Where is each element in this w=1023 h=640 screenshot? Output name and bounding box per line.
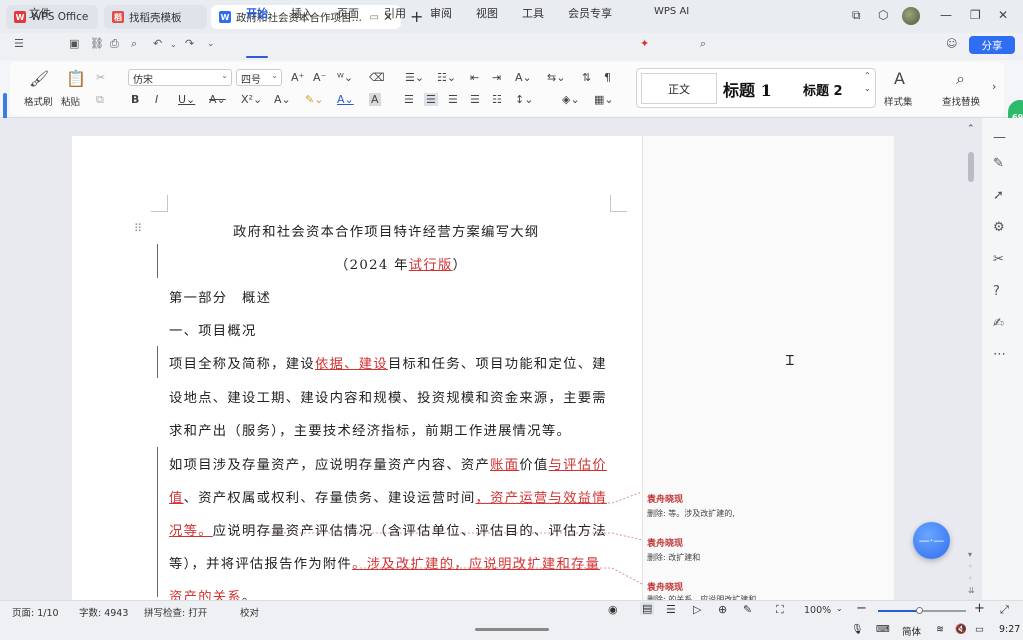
zoom-out-icon[interactable]: − [856,601,867,616]
ai-assistant-button[interactable]: —·— [913,522,950,559]
eye-icon[interactable]: ◉ [608,603,618,616]
page-indicator[interactable]: 页面: 1/10 [12,605,59,619]
comment-author[interactable]: 袁舟晓现 [647,580,683,593]
zoom-level[interactable]: 100% [804,605,831,616]
comment-author[interactable]: 袁舟晓现 [647,536,683,549]
comment-text[interactable]: 删除: 改扩建和 [647,552,700,563]
help-icon[interactable]: ? [993,284,1000,299]
vertical-scrollbar[interactable] [968,152,974,182]
microphone-icon[interactable]: 🎙 [851,624,863,635]
tools-icon[interactable]: ✂ [993,252,1004,267]
proofread-button[interactable]: 校对 [240,605,259,619]
comment-connectors [260,491,643,585]
more-icon[interactable]: ⋯ [993,347,1006,362]
word-count[interactable]: 字数: 4943 [79,605,128,619]
settings-icon[interactable]: ⚙ [993,220,1005,235]
ai-assistant-icon: —·— [918,534,945,547]
volume-mute-icon: 🔇 [955,624,967,635]
fit-page-icon[interactable]: ⛶ [776,603,784,617]
page-view-icon[interactable]: ▤ [640,602,655,615]
keyboard-icon[interactable]: ⌨ [876,624,890,635]
system-bar [0,622,1023,640]
signature-icon[interactable]: ✍ [993,316,1004,331]
home-indicator[interactable] [475,628,549,631]
input-language[interactable]: 简体 [902,624,921,638]
pen-icon[interactable]: ✎ [993,156,1004,171]
scroll-up-icon[interactable]: ⌃ [967,124,975,134]
next-page-icon[interactable]: ◦ [968,574,973,583]
wifi-icon: ≋ [936,624,944,635]
clock: 9:27 [999,624,1021,635]
scroll-down-icon[interactable]: ▾ [968,550,972,559]
outline-view-icon[interactable]: ☰ [666,603,676,616]
chevron-down-icon[interactable]: ⌄ [836,604,843,613]
collapse-icon[interactable]: — [993,130,1006,145]
zoom-slider-fill [878,610,921,612]
fullscreen-icon[interactable]: ⤢ [1000,603,1009,617]
play-icon[interactable]: ▷ [693,603,701,616]
prev-page-icon[interactable]: ◦ [968,562,973,571]
comment-author[interactable]: 袁舟晓现 [647,492,683,505]
comment-text[interactable]: 删除: 等。涉及改扩建的, [647,508,735,519]
zoom-in-icon[interactable]: + [974,601,985,616]
text-cursor-icon: Ɪ [786,353,794,369]
pen-mode-icon[interactable]: ✎ [743,603,752,616]
page-down-icon[interactable]: ⇊ [968,586,975,595]
spellcheck-toggle[interactable]: 拼写检查: 打开 [144,605,207,619]
battery-icon: ▭ [975,624,984,635]
web-view-icon[interactable]: ⊕ [718,603,727,616]
select-cursor-icon[interactable]: ➚ [993,188,1004,203]
